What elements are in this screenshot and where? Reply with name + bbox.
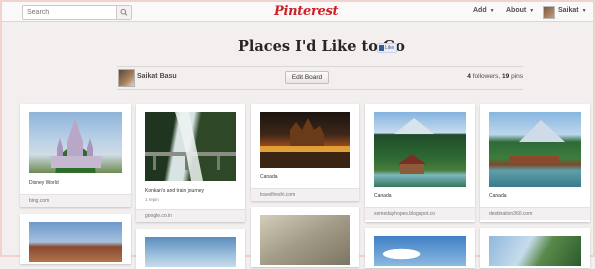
pins-count: 19 xyxy=(502,73,510,80)
pin-card[interactable]: Konkan's and train journey 1 repin googl… xyxy=(136,104,245,222)
facebook-like-button[interactable]: Like xyxy=(377,43,397,53)
facebook-icon xyxy=(379,45,384,51)
chevron-down-icon: ▼ xyxy=(489,8,495,14)
pin-source[interactable]: somedayhopes.blogspot.co xyxy=(365,207,475,220)
bridge-illustration xyxy=(145,112,236,181)
top-navigation-bar: Pinterest Add▼ About▼ Saikat▼ xyxy=(2,2,593,22)
mountain-cabin-image[interactable] xyxy=(374,112,466,187)
nav-user[interactable]: Saikat ▼ xyxy=(558,7,587,14)
waterfall-train-image[interactable] xyxy=(145,112,236,181)
mountain-illustration xyxy=(509,120,565,164)
pin-card[interactable] xyxy=(365,228,475,268)
desert-mountain-image[interactable] xyxy=(29,222,122,262)
pin-card[interactable]: Canada somedayhopes.blogspot.co xyxy=(365,104,475,222)
search-button[interactable] xyxy=(116,6,131,19)
cabin-illustration xyxy=(394,118,434,174)
pin-description: Canada xyxy=(260,174,278,180)
pin-description: Canada xyxy=(374,193,392,199)
pin-card[interactable] xyxy=(251,207,359,267)
chateau-illustration xyxy=(260,118,350,168)
board-stats: 4 followers, 19 pins xyxy=(467,73,523,80)
nav-user-label: Saikat xyxy=(558,7,579,14)
search-icon xyxy=(120,8,128,16)
pin-description: Disney World xyxy=(29,180,59,186)
pin-card[interactable] xyxy=(136,229,245,269)
repin-count: 1 repin xyxy=(145,197,159,202)
pin-card[interactable] xyxy=(480,228,590,268)
followers-word[interactable]: followers, xyxy=(473,73,500,80)
nav-add[interactable]: Add ▼ xyxy=(473,7,495,14)
sand-texture-image[interactable] xyxy=(260,215,350,265)
pin-source[interactable]: destination360.com xyxy=(480,207,590,220)
chevron-down-icon: ▼ xyxy=(529,8,535,14)
forest-image[interactable] xyxy=(489,236,581,266)
pin-source[interactable]: google.co.in xyxy=(136,209,245,222)
pins-word: pins xyxy=(511,73,523,80)
pin-source[interactable]: bing.com xyxy=(20,194,131,207)
pin-description: Canada xyxy=(489,193,507,199)
pin-card[interactable]: Canada destination360.com xyxy=(480,104,590,222)
pinterest-logo[interactable]: Pinterest xyxy=(274,3,338,21)
like-label: Like xyxy=(385,45,395,51)
pin-source[interactable]: travelfreshi.com xyxy=(251,188,359,201)
edit-board-button[interactable]: Edit Board xyxy=(285,71,329,84)
followers-count[interactable]: 4 xyxy=(467,73,471,80)
disney-castle-image[interactable] xyxy=(29,112,122,173)
owner-avatar[interactable] xyxy=(118,69,135,87)
nav-about[interactable]: About ▼ xyxy=(506,7,534,14)
lakeside-lodge-image[interactable] xyxy=(489,112,581,187)
search-box[interactable] xyxy=(22,5,132,20)
pin-card[interactable]: Canada travelfreshi.com xyxy=(251,104,359,201)
nav-add-label: Add xyxy=(473,7,487,14)
castle-illustration xyxy=(51,118,101,168)
clouds-image[interactable] xyxy=(374,236,466,266)
sky-landscape-image[interactable] xyxy=(145,237,236,267)
board-title: Places I'd Like to Go xyxy=(238,38,405,55)
pin-card[interactable]: Disney World bing.com xyxy=(20,104,131,207)
owner-name[interactable]: Saikat Basu xyxy=(137,73,177,80)
user-avatar[interactable] xyxy=(543,6,555,19)
board-owner-bar: Saikat Basu Edit Board 4 followers, 19 p… xyxy=(117,66,523,90)
quebec-city-night-image[interactable] xyxy=(260,112,350,168)
pin-description: Konkan's and train journey xyxy=(145,188,205,194)
nav-about-label: About xyxy=(506,7,527,14)
search-input[interactable] xyxy=(23,6,121,19)
chevron-down-icon: ▼ xyxy=(581,8,587,14)
